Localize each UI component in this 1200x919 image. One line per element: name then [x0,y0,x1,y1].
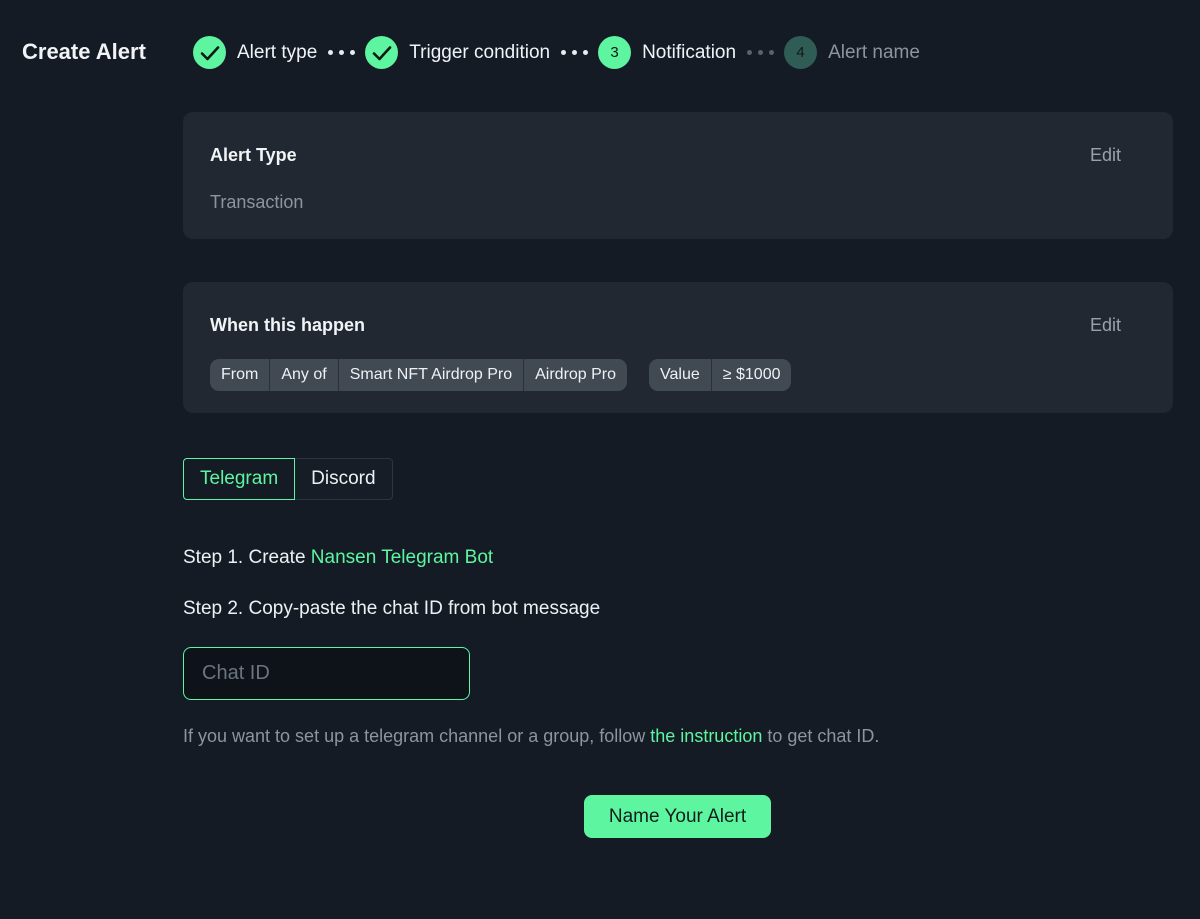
instruction-step-1: Step 1. Create Nansen Telegram Bot [183,547,493,569]
tab-discord[interactable]: Discord [295,458,393,500]
edit-condition-button[interactable]: Edit [1090,315,1121,336]
chip: From [210,359,271,391]
step-trigger-condition[interactable]: Trigger condition [365,36,550,69]
chip: Value [649,359,712,391]
step-label: Notification [642,41,737,63]
step-label: Alert type [237,41,318,63]
condition-chips: From Any of Smart NFT Airdrop Pro Airdro… [210,359,813,391]
step-connector [561,50,589,55]
instruction-text: Step 1. Create [183,547,311,568]
chip: Any of [270,359,339,391]
step-number: 3 [598,36,632,69]
alert-type-value: Transaction [210,192,304,212]
chip: ≥ $1000 [711,359,792,391]
notification-channel-tabs: Telegram Discord [183,458,393,500]
help-text-suffix: to get chat ID. [762,726,880,746]
create-alert-page: Create Alert Alert type Trigger conditio… [0,0,1200,919]
step-connector [328,50,356,55]
card-title: Alert Type [210,145,297,165]
step-label: Alert name [828,41,920,63]
instruction-step-2: Step 2. Copy-paste the chat ID from bot … [183,598,601,619]
name-your-alert-button[interactable]: Name Your Alert [584,795,771,838]
tab-telegram[interactable]: Telegram [183,458,296,500]
card-title: When this happen [210,315,365,335]
help-text: If you want to set up a telegram channel… [183,726,879,747]
chat-id-input[interactable] [183,647,470,700]
check-icon [365,36,399,69]
step-alert-type[interactable]: Alert type [193,36,317,69]
step-alert-name[interactable]: 4 Alert name [784,36,920,69]
nansen-telegram-bot-link[interactable]: Nansen Telegram Bot [311,547,493,568]
step-connector [747,50,775,55]
step-label: Trigger condition [409,41,551,63]
alert-type-card: Alert Type Edit Transaction [183,112,1173,239]
condition-card: When this happen Edit From Any of Smart … [183,282,1173,413]
chip: Smart NFT Airdrop Pro [338,359,525,391]
chip-group-source: From Any of Smart NFT Airdrop Pro Airdro… [210,359,628,391]
step-number: 4 [784,36,818,69]
page-title: Create Alert [22,39,146,64]
help-text-prefix: If you want to set up a telegram channel… [183,726,651,746]
chip: Airdrop Pro [524,359,628,391]
instruction-link[interactable]: the instruction [650,726,762,746]
edit-alert-type-button[interactable]: Edit [1090,145,1121,166]
step-notification[interactable]: 3 Notification [598,36,736,69]
stepper: Alert type Trigger condition 3 Notificat… [193,36,920,69]
chip-group-value: Value ≥ $1000 [649,359,792,391]
check-icon [193,36,226,69]
